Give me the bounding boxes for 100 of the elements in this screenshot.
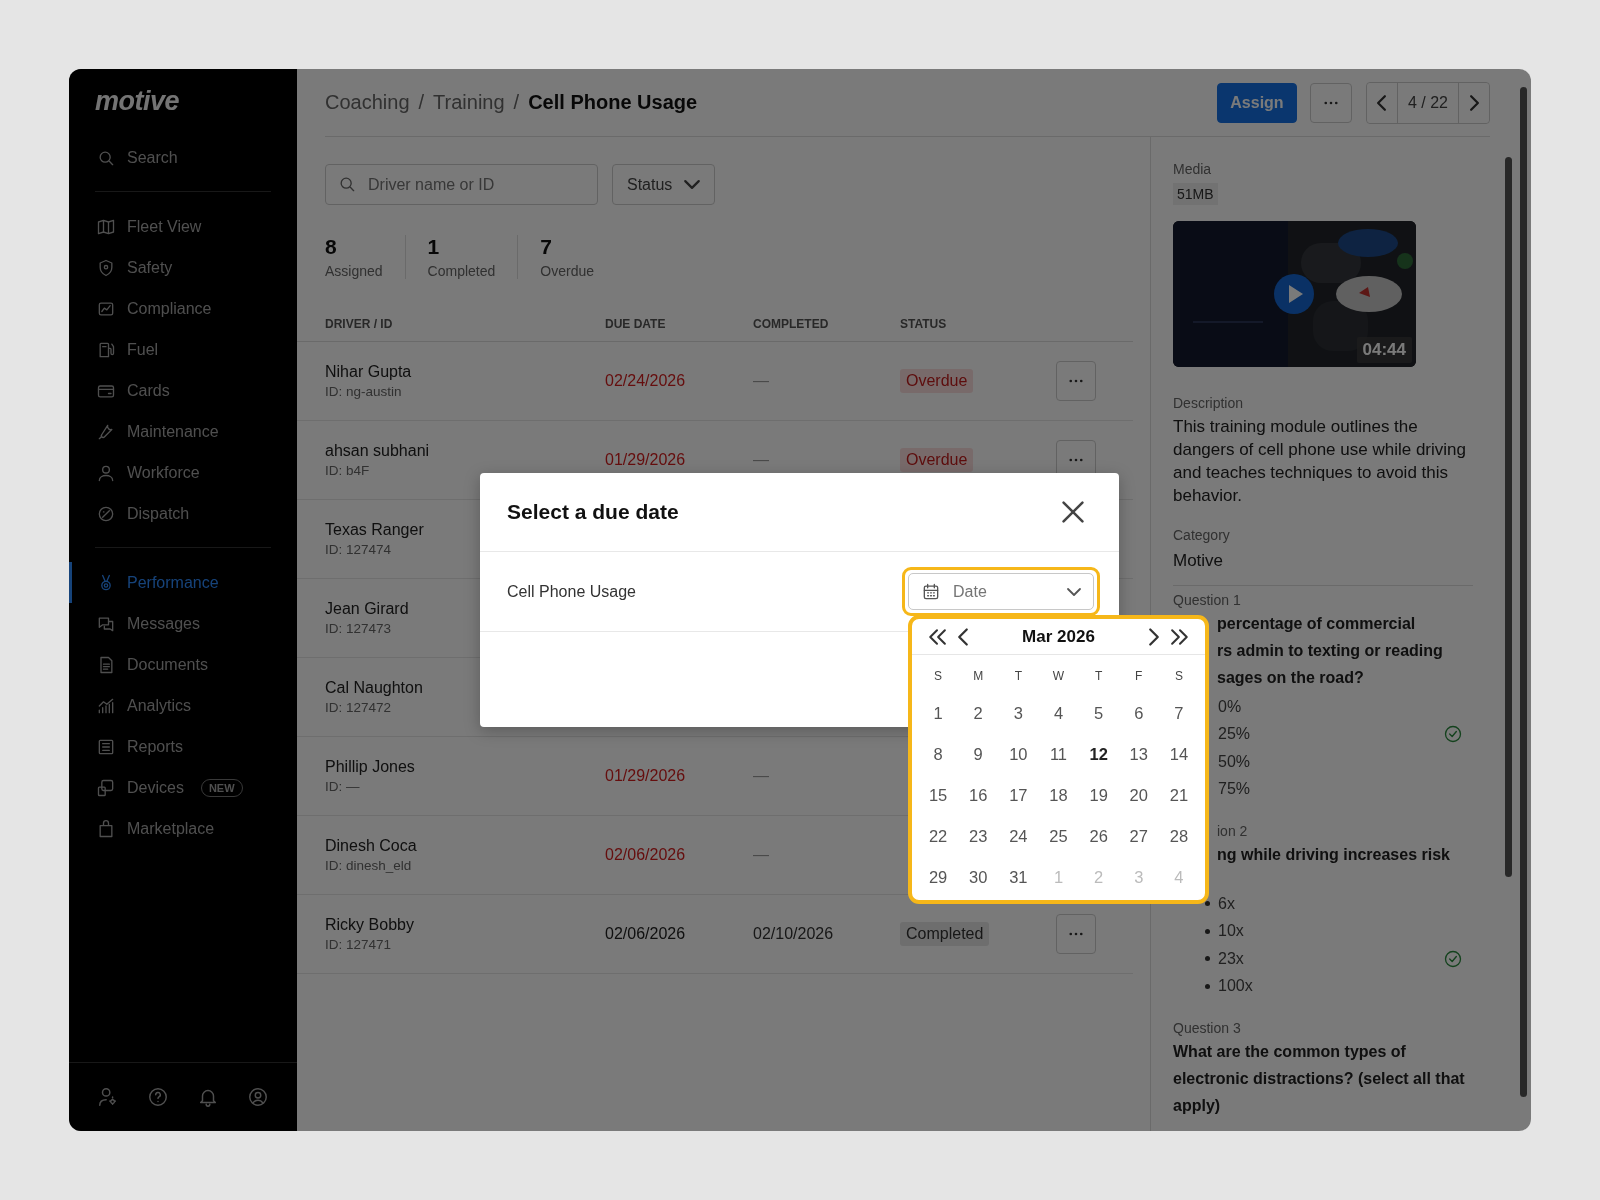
page-title: Cell Phone Usage (528, 91, 698, 114)
driver-id: ID: 127474 (325, 542, 393, 557)
driver-name: Phillip Jones (325, 758, 416, 776)
calendar-day[interactable]: 21 (1158, 775, 1199, 816)
question-label: ion 2 (1217, 823, 1248, 839)
calendar-day[interactable]: 22 (918, 816, 959, 857)
completed-date: 02/10/2026 (753, 925, 834, 942)
driver-id: ID: — (325, 779, 361, 794)
calendar-day[interactable]: 27 (1118, 816, 1159, 857)
date-input[interactable]: Date (951, 581, 1057, 602)
description-text: This training module outlines the dangers of cell phone use while driving and teaches techniques to avoid this behavior. (1173, 416, 1467, 507)
logo: motive (94, 85, 180, 115)
driver-name: ahsan subhani (325, 442, 431, 460)
calendar-day[interactable]: 19 (1078, 775, 1119, 816)
help-icon[interactable] (147, 1086, 169, 1108)
weekday-label: T (1093, 668, 1104, 685)
devices-icon (96, 777, 116, 798)
calendar-day[interactable]: 29 (918, 857, 959, 898)
calendar-day[interactable]: 11 (1038, 734, 1079, 775)
calendar-icon (921, 581, 941, 602)
completed-date: — (753, 767, 769, 784)
due-date: 01/29/2026 (605, 451, 686, 468)
completed-date: — (753, 846, 769, 863)
calendar-day[interactable]: 16 (958, 775, 999, 816)
chevron-left-icon (1377, 94, 1387, 111)
completed-date: — (753, 372, 769, 389)
driver-id: ID: 127473 (325, 621, 393, 636)
file-size-badge: 51MB (1173, 183, 1218, 205)
question-label: Question 3 (1173, 1020, 1241, 1036)
close-button[interactable] (1062, 501, 1084, 523)
calendar-day[interactable]: 5 (1078, 693, 1119, 734)
status-badge: Completed (900, 922, 990, 946)
status-badge: Overdue (900, 448, 974, 472)
calendar-day[interactable]: 8 (918, 734, 959, 775)
weekday-label: T (1013, 668, 1023, 685)
calendar-day[interactable]: 13 (1118, 734, 1159, 775)
calendar-day[interactable]: 30 (958, 857, 999, 898)
calendar-day[interactable]: 4 (1038, 693, 1079, 734)
stat-label: Completed (427, 263, 496, 279)
more-icon (1323, 100, 1338, 105)
close-icon (1062, 501, 1084, 523)
due-date: 02/06/2026 (605, 925, 686, 942)
driver-name: Cal Naughton (325, 679, 424, 697)
stat-value: 1 (427, 235, 441, 259)
search-field[interactable]: Driver name or ID (325, 164, 598, 205)
calendar-day[interactable]: 14 (1158, 734, 1199, 775)
calendar-day[interactable]: 31 (998, 857, 1039, 898)
month-title: Mar 2026 (1021, 626, 1096, 647)
calendar-day[interactable]: 25 (1038, 816, 1079, 857)
user-circle-icon[interactable] (247, 1086, 269, 1108)
status-dropdown[interactable]: Status (612, 164, 716, 205)
double-chevron-right-icon (1171, 628, 1189, 645)
more-icon (1069, 458, 1083, 462)
driver-id: ID: 127471 (325, 937, 393, 952)
driver-id: ID: ng-austin (325, 384, 403, 399)
calendar-day[interactable]: 3 (998, 693, 1039, 734)
driver-id: ID: dinesh_eld (325, 858, 413, 873)
calendar-day[interactable]: 26 (1078, 816, 1119, 857)
date-field[interactable]: Date (908, 573, 1094, 610)
weekday-label: W (1051, 668, 1066, 685)
calendar-day[interactable]: 15 (918, 775, 959, 816)
question-text: sages on the road? (1217, 668, 1364, 688)
chevron-right-icon (1149, 627, 1159, 646)
calendar-day[interactable]: 7 (1158, 693, 1199, 734)
column-header: DRIVER / ID (325, 317, 393, 331)
driver-name: Texas Ranger (325, 521, 425, 539)
calendar-day[interactable]: 20 (1118, 775, 1159, 816)
answer-option: 6x (1218, 894, 1463, 913)
double-chevron-left-icon (928, 628, 946, 645)
chevron-left-icon (958, 627, 968, 646)
play-icon[interactable] (1274, 274, 1314, 314)
answer-option: 75% (1218, 780, 1463, 799)
answer-option: 23x (1218, 949, 1443, 968)
question-text: apply) (1173, 1096, 1221, 1116)
training-name: Cell Phone Usage (507, 582, 636, 601)
category-value: Motive (1173, 551, 1224, 571)
calendar-day[interactable]: 23 (958, 816, 999, 857)
calendar-day[interactable]: 28 (1158, 816, 1199, 857)
answer-option: 50% (1218, 752, 1463, 771)
calendar-day[interactable]: 1 (918, 693, 959, 734)
due-date: 01/29/2026 (605, 767, 686, 784)
calendar-day[interactable]: 17 (998, 775, 1039, 816)
driver-name: Ricky Bobby (325, 916, 415, 934)
breadcrumb-separator: / (513, 91, 520, 114)
calendar-day[interactable]: 6 (1118, 693, 1159, 734)
calendar-day[interactable]: 10 (998, 734, 1039, 775)
driver-name: Nihar Gupta (325, 363, 413, 381)
chevron-down-icon (684, 180, 701, 189)
completed-date: — (753, 451, 769, 468)
calendar-day[interactable]: 12 (1078, 734, 1119, 775)
question-text: ng while driving increases risk (1217, 845, 1450, 865)
calendar-day[interactable]: 18 (1038, 775, 1079, 816)
stat-value: 8 (325, 235, 338, 259)
calendar-day[interactable]: 2 (958, 693, 999, 734)
chevron-down-icon (1067, 587, 1081, 596)
calendar-day[interactable]: 24 (998, 816, 1039, 857)
user-settings-icon[interactable] (97, 1086, 119, 1108)
question-text: electronic distractions? (select all that (1173, 1069, 1465, 1089)
calendar-day[interactable]: 9 (958, 734, 999, 775)
driver-id: ID: b4F (325, 463, 371, 478)
